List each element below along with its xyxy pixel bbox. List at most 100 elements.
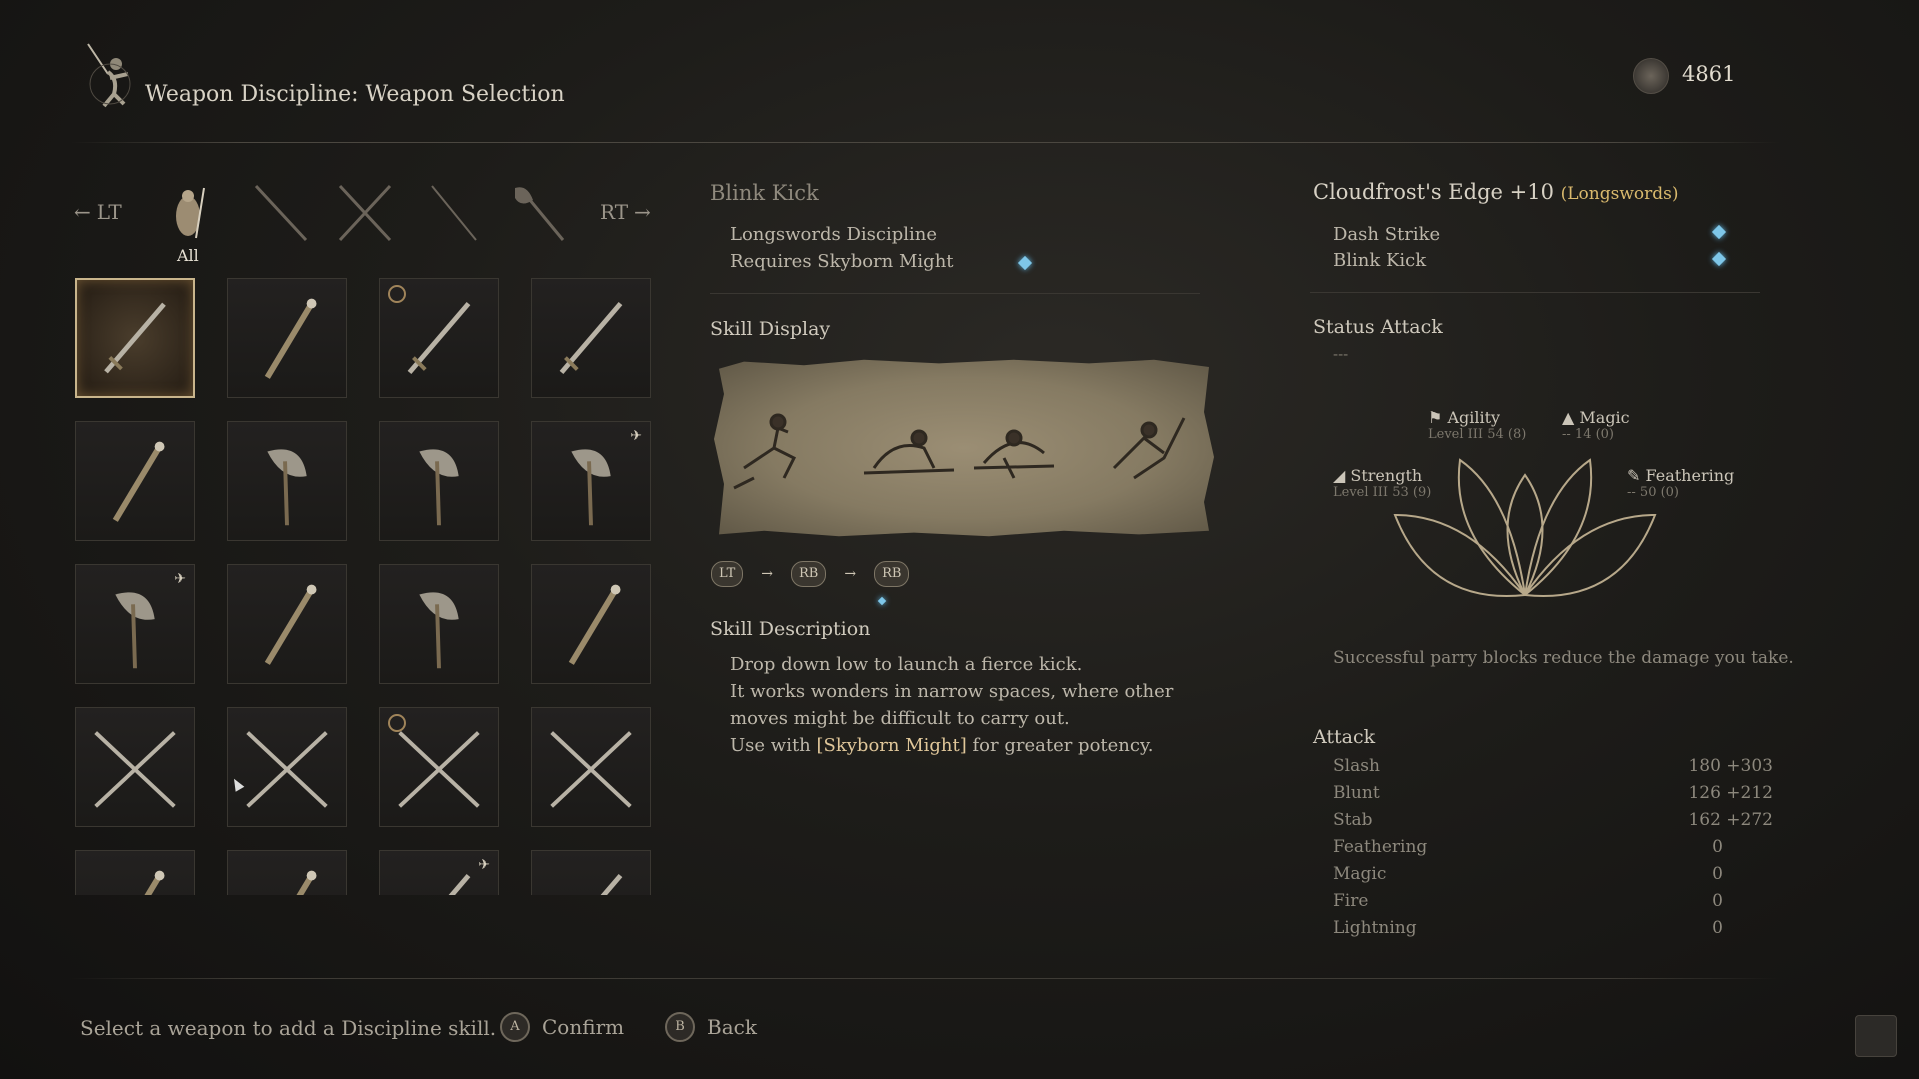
description-line: It works wonders in narrow spaces, where… (730, 681, 1174, 702)
attack-row-magic: Magic 0 (1333, 864, 1723, 884)
combo-key-3: RB (874, 561, 910, 587)
combo-diamond-icon (877, 596, 887, 606)
weapon-slot-moon-axe[interactable] (379, 421, 499, 541)
octopus-staff-icon (532, 565, 650, 683)
weapon-slot-battle-axe[interactable] (227, 421, 347, 541)
weapon-slot-claw-gauntlet[interactable] (227, 564, 347, 684)
description-highlight: [Skyborn Might] (816, 735, 967, 756)
feathering-detail: -- 50 (0) (1627, 485, 1680, 500)
weapon-slot-ring-staff[interactable] (227, 278, 347, 398)
footer-hint: Select a weapon to add a Discipline skil… (80, 1016, 497, 1040)
weapon-slot-dark-blade[interactable] (531, 278, 651, 398)
rt-hint: RT (600, 200, 629, 224)
mace-icon (76, 422, 194, 540)
combo-arrow-icon: → (844, 566, 857, 582)
prev-category-button[interactable]: ← LT (74, 200, 122, 224)
attribute-magic: ▲ Magic -- 14 (0) (1562, 408, 1630, 442)
attribute-agility: ⚑ Agility Level III 54 (8) (1428, 408, 1526, 442)
dragon-blades-icon (532, 708, 650, 826)
attack-value: 0 (1712, 864, 1723, 884)
attribute-feathering: ✎ Feathering -- 50 (0) (1627, 466, 1734, 500)
tab-staff[interactable] (248, 178, 318, 248)
weapon-slot-longsword[interactable] (75, 278, 195, 398)
weapon-slot-moon-axe[interactable]: ✈ (531, 421, 651, 541)
skill-discipline: Longswords Discipline (730, 224, 938, 245)
tab-axe[interactable] (505, 178, 575, 248)
magic-detail: -- 14 (0) (1562, 427, 1615, 442)
skill-diamond-icon (1711, 224, 1727, 240)
bird-icon: ✈ (478, 857, 490, 873)
ring-staff-icon (228, 279, 346, 397)
combo-key-1: LT (711, 561, 744, 587)
weapon-slot-short-staff[interactable] (227, 850, 347, 895)
short-staff-icon (228, 851, 346, 895)
crossed-blades-icon (228, 708, 346, 826)
weapon-slot-ornate-sword[interactable] (379, 278, 499, 398)
bird-icon: ✈ (174, 571, 186, 587)
weapon-slot-twin-hook-swords[interactable] (75, 707, 195, 827)
description-line: Use with [Skyborn Might] for greater pot… (730, 735, 1153, 756)
weapon-slot-crossed-hooks[interactable] (379, 707, 499, 827)
equipped-ring-icon (388, 714, 406, 732)
agility-label: Agility (1447, 408, 1501, 427)
arrow-left-icon: ← (74, 200, 91, 224)
attack-heading: Attack (1313, 726, 1376, 748)
attack-row-fire: Fire 0 (1333, 891, 1723, 911)
arrow-right-icon: → (634, 200, 651, 224)
attribute-strength: ◢ Strength Level III 53 (9) (1333, 466, 1431, 500)
weapon-slot-twin-maces[interactable] (75, 850, 195, 895)
currency-value: 4861 (1682, 62, 1736, 86)
attack-value: 126 +212 (1688, 783, 1773, 803)
b-button-icon: B (665, 1012, 695, 1042)
twin-hook-swords-icon (76, 708, 194, 826)
agility-icon: ⚑ (1428, 408, 1448, 427)
footer-divider (70, 978, 1780, 979)
attack-value: 0 (1712, 837, 1723, 857)
tab-all[interactable] (158, 178, 228, 248)
combo-sequence: LT → RB → RB (711, 561, 910, 587)
weapon-slot-hatchet[interactable] (379, 564, 499, 684)
back-button[interactable]: B Back (665, 1012, 757, 1042)
confirm-button[interactable]: A Confirm (500, 1012, 624, 1042)
skill-description-heading: Skill Description (710, 618, 871, 640)
attack-label: Fire (1333, 891, 1369, 911)
tab-all-label: All (177, 246, 199, 265)
weapon-slot-short-sword[interactable]: ✈ (379, 850, 499, 895)
tab-spear[interactable] (420, 178, 490, 248)
weapon-slot-dagger[interactable] (531, 850, 651, 895)
attack-value: 0 (1712, 918, 1723, 938)
attack-value: 180 +303 (1688, 756, 1773, 776)
feathering-icon: ✎ (1627, 466, 1646, 485)
magic-icon: ▲ (1562, 408, 1580, 427)
claw-gauntlet-icon (228, 565, 346, 683)
divider (710, 293, 1200, 294)
attack-value: 0 (1712, 891, 1723, 911)
weapon-slot-war-axe[interactable]: ✈ (75, 564, 195, 684)
confirm-label: Confirm (542, 1015, 625, 1039)
weapon-slot-octopus-staff[interactable] (531, 564, 651, 684)
attack-row-stab: Stab 162 +272 (1333, 810, 1773, 830)
weapon-slot-crossed-blades[interactable] (227, 707, 347, 827)
attack-value: 162 +272 (1688, 810, 1773, 830)
next-category-button[interactable]: RT → (600, 200, 651, 224)
description-suffix: for greater potency. (966, 735, 1154, 756)
weapon-slot-dragon-blades[interactable] (531, 707, 651, 827)
weapon-name: Cloudfrost's Edge +10 (Longswords) (1313, 180, 1679, 204)
combo-arrow-icon: → (761, 566, 773, 582)
skyborn-diamond-icon (1017, 255, 1033, 271)
skill-diamond-icon (1711, 251, 1727, 267)
attack-label: Magic (1333, 864, 1387, 884)
attack-label: Blunt (1333, 783, 1380, 803)
weapon-skill-1: Dash Strike (1333, 224, 1441, 245)
tab-dual-blades[interactable] (330, 178, 400, 248)
weapon-skill-2: Blink Kick (1333, 250, 1427, 271)
hatchet-icon (380, 565, 498, 683)
weapon-title: Cloudfrost's Edge +10 (1313, 180, 1554, 204)
lt-hint: LT (96, 200, 122, 224)
weapon-type: (Longswords) (1560, 184, 1679, 204)
attack-row-feathering: Feathering 0 (1333, 837, 1723, 857)
magic-label: Magic (1579, 408, 1630, 427)
weapon-slot-mace[interactable] (75, 421, 195, 541)
strength-detail: Level III 53 (9) (1333, 485, 1432, 500)
skill-display-heading: Skill Display (710, 318, 831, 340)
